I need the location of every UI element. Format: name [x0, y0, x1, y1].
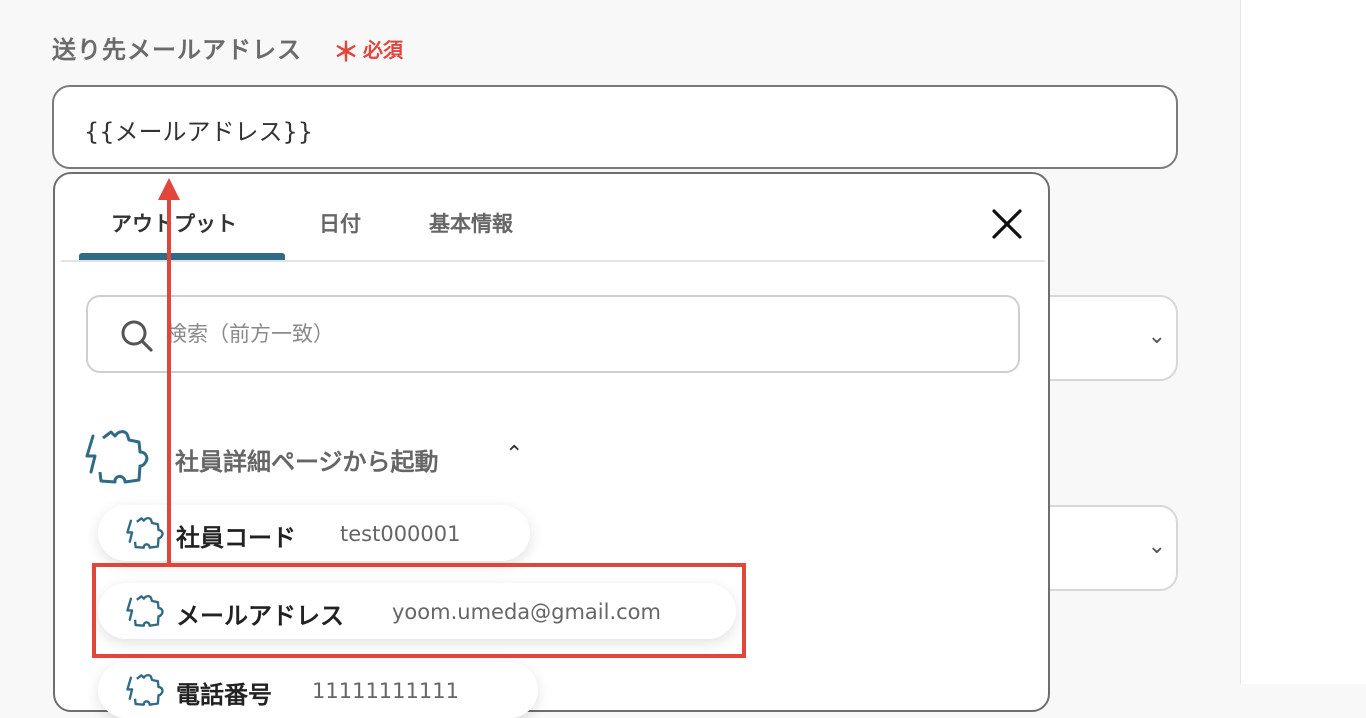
tab-output[interactable]: アウトプット [111, 208, 237, 238]
required-asterisk: ＊ [333, 38, 360, 68]
item-value: 11111111111 [312, 679, 459, 703]
chevron-down-icon: ⌄ [1147, 534, 1166, 559]
group-label: 社員詳細ページから起動 [175, 448, 439, 476]
search-input[interactable] [164, 313, 988, 355]
close-icon [992, 209, 1022, 239]
list-item[interactable]: メールアドレス yoom.umeda@gmail.com [98, 583, 736, 639]
group-header[interactable]: 社員詳細ページから起動 ⌃ [85, 428, 565, 488]
item-key: メールアドレス [176, 602, 344, 630]
item-key: 電話番号 [176, 681, 272, 709]
field-label: 送り先メールアドレス [52, 36, 302, 64]
item-key: 社員コード [176, 524, 296, 552]
tab-date[interactable]: 日付 [319, 208, 361, 238]
required-indicator: ＊必須 [333, 34, 403, 66]
right-panel [1241, 0, 1366, 684]
puzzle-lightning-icon [126, 516, 164, 549]
email-field[interactable]: {{メールアドレス}} [52, 85, 1178, 169]
required-text: 必須 [363, 38, 404, 62]
close-button[interactable] [989, 206, 1025, 242]
puzzle-lightning-icon [126, 673, 164, 706]
puzzle-lightning-icon [85, 430, 149, 484]
search-icon [121, 320, 153, 352]
active-tab-indicator [79, 253, 285, 260]
item-value: yoom.umeda@gmail.com [392, 600, 661, 624]
chevron-up-icon[interactable]: ⌃ [505, 442, 523, 467]
chevron-down-icon: ⌄ [1147, 324, 1166, 349]
list-item[interactable]: 社員コード test000001 [98, 505, 530, 561]
list-item[interactable]: 電話番号 11111111111 [98, 662, 538, 718]
email-field-value: {{メールアドレス}} [84, 118, 314, 146]
tab-basic-info[interactable]: 基本情報 [429, 208, 513, 238]
puzzle-lightning-icon [126, 594, 164, 627]
item-value: test000001 [340, 522, 461, 546]
tab-divider [61, 260, 1045, 262]
search-box [86, 295, 1020, 373]
